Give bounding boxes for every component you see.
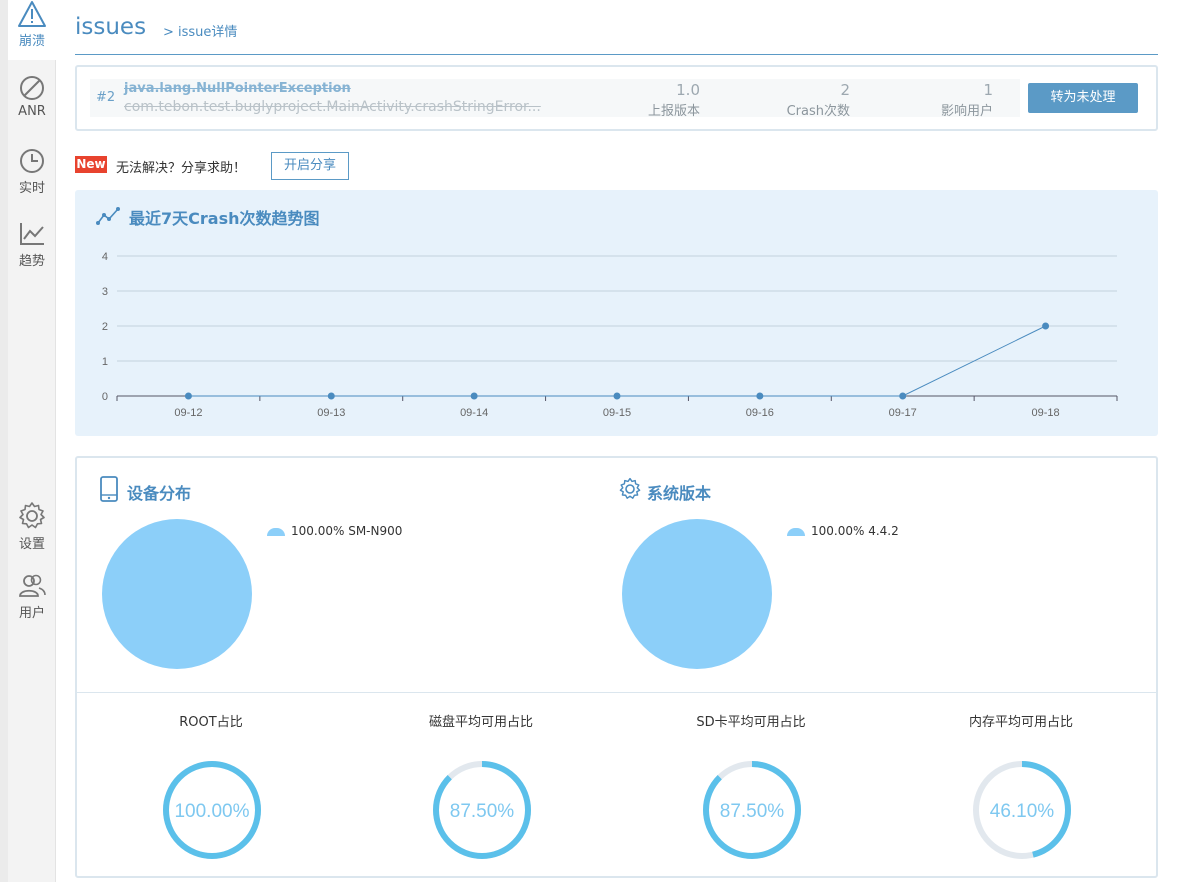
device-pie-chart <box>102 519 252 669</box>
legend-swatch <box>787 527 805 536</box>
os-pie-chart <box>622 519 772 669</box>
trend-chart-panel: 最近7天Crash次数趋势图 0 1 2 3 4 09-12 09-13 09-14 09-15… <box>75 190 1158 436</box>
legend-label: 100.00% 4.4.2 <box>811 524 899 538</box>
data-point <box>613 392 621 400</box>
os-version-title: 系统版本 <box>647 484 712 503</box>
gear-icon <box>619 477 641 499</box>
issue-summary-card: #2 java.lang.NullPointerException com.te… <box>75 65 1158 131</box>
data-point <box>327 392 335 400</box>
page-title: issues <box>75 14 147 40</box>
stat-value: 1 <box>983 81 993 99</box>
stat-affected-users: 1 影响用户 <box>873 81 993 119</box>
y-tick-label: 4 <box>102 251 108 263</box>
gauge-value: 46.10% <box>990 801 1055 822</box>
y-tick-label: 2 <box>102 321 108 333</box>
y-tick-label: 3 <box>102 286 108 298</box>
x-tick-label: 09-18 <box>1032 407 1060 419</box>
data-point <box>184 392 192 400</box>
x-tick-label: 09-16 <box>746 407 774 419</box>
memory-available-gauge: 46.10% <box>973 761 1071 859</box>
share-row: New 无法解决？分享求助！ 开启分享 <box>75 152 475 180</box>
no-entry-icon <box>20 76 44 100</box>
users-icon <box>19 574 46 597</box>
sidebar-item-trend[interactable]: 趋势 <box>8 220 56 272</box>
page-header: issues > issue详情 <box>75 0 1158 55</box>
x-tick-label: 09-13 <box>317 407 345 419</box>
issue-number: #2 <box>96 90 116 105</box>
trend-chart-icon <box>20 223 44 245</box>
legend-swatch <box>267 527 285 536</box>
data-point <box>899 392 907 400</box>
x-tick-label: 09-17 <box>889 407 917 419</box>
breadcrumb[interactable]: > issue详情 <box>163 21 237 40</box>
stat-value: 1.0 <box>676 81 700 99</box>
gear-icon <box>19 502 45 529</box>
gauge-label: 内存平均可用占比 <box>968 715 1073 730</box>
new-badge: New <box>75 156 107 173</box>
sidebar-strip <box>0 0 8 882</box>
x-tick-label: 09-14 <box>460 407 488 419</box>
clock-icon <box>20 149 44 173</box>
sidebar-item-label: 设置 <box>18 537 45 552</box>
trend-chart: 0 1 2 3 4 09-12 09-13 09-14 09-15 09-16 09-17 09-18 <box>102 251 1118 419</box>
sidebar-item-label: ANR <box>18 104 46 119</box>
sidebar-item-label: 实时 <box>18 181 45 196</box>
legend-label: 100.00% SM-N900 <box>291 524 403 538</box>
y-tick-label: 1 <box>102 356 108 368</box>
y-tick-label: 0 <box>102 391 108 403</box>
sidebar: 崩溃 ANR 实时 趋势 设置 用户 <box>0 0 56 882</box>
sidebar-item-label: 趋势 <box>18 254 45 269</box>
stat-label: Crash次数 <box>786 104 850 119</box>
warning-icon <box>18 1 46 27</box>
share-prompt: 无法解决？分享求助！ <box>116 161 247 176</box>
sd-available-gauge: 87.50% <box>703 761 801 859</box>
sidebar-item-label: 用户 <box>18 606 45 621</box>
stat-label: 影响用户 <box>940 104 993 119</box>
panel-divider <box>77 692 1156 693</box>
os-pie-slice <box>622 519 772 669</box>
device-distribution-title: 设备分布 <box>127 484 192 503</box>
gauge-label: ROOT占比 <box>179 715 243 730</box>
data-point <box>1042 322 1050 330</box>
sidebar-item-crash[interactable]: 崩溃 <box>8 0 56 60</box>
stat-version: 1.0 上报版本 <box>580 81 700 119</box>
gauge-label: SD卡平均可用占比 <box>696 715 806 730</box>
data-point <box>470 392 478 400</box>
sidebar-item-anr[interactable]: ANR <box>8 74 56 126</box>
gauge-value: 87.50% <box>450 801 515 822</box>
stat-crash-count: 2 Crash次数 <box>730 81 850 119</box>
stat-label: 上报版本 <box>647 104 700 119</box>
gauge-value: 87.50% <box>720 801 785 822</box>
distribution-panel: 设备分布 系统版本 100.00% SM-N900 100.00% 4.4.2 … <box>75 456 1158 878</box>
gauge-label: 磁盘平均可用占比 <box>428 715 533 730</box>
root-ratio-gauge: 100.00% <box>163 761 261 859</box>
sidebar-item-settings[interactable]: 设置 <box>8 501 56 553</box>
os-legend: 100.00% 4.4.2 <box>787 524 899 538</box>
device-legend: 100.00% SM-N900 <box>267 524 402 538</box>
issue-location: com.tebon.test.buglyproject.MainActivity… <box>124 99 541 115</box>
stat-value: 2 <box>840 81 850 99</box>
sidebar-item-label: 崩溃 <box>18 34 45 49</box>
data-point <box>756 392 764 400</box>
sidebar-item-realtime[interactable]: 实时 <box>8 147 56 199</box>
phone-icon <box>100 476 118 502</box>
x-tick-label: 09-12 <box>174 407 202 419</box>
x-tick-label: 09-15 <box>603 407 631 419</box>
issue-summary: #2 java.lang.NullPointerException com.te… <box>90 79 1020 119</box>
device-pie-slice <box>102 519 252 669</box>
mark-unprocessed-button[interactable]: 转为未处理 <box>1028 83 1138 113</box>
sidebar-item-users[interactable]: 用户 <box>8 572 56 624</box>
gauge-value: 100.00% <box>174 801 249 822</box>
enable-share-button[interactable]: 开启分享 <box>271 152 349 180</box>
issue-exception: java.lang.NullPointerException <box>124 81 351 96</box>
disk-available-gauge: 87.50% <box>433 761 531 859</box>
